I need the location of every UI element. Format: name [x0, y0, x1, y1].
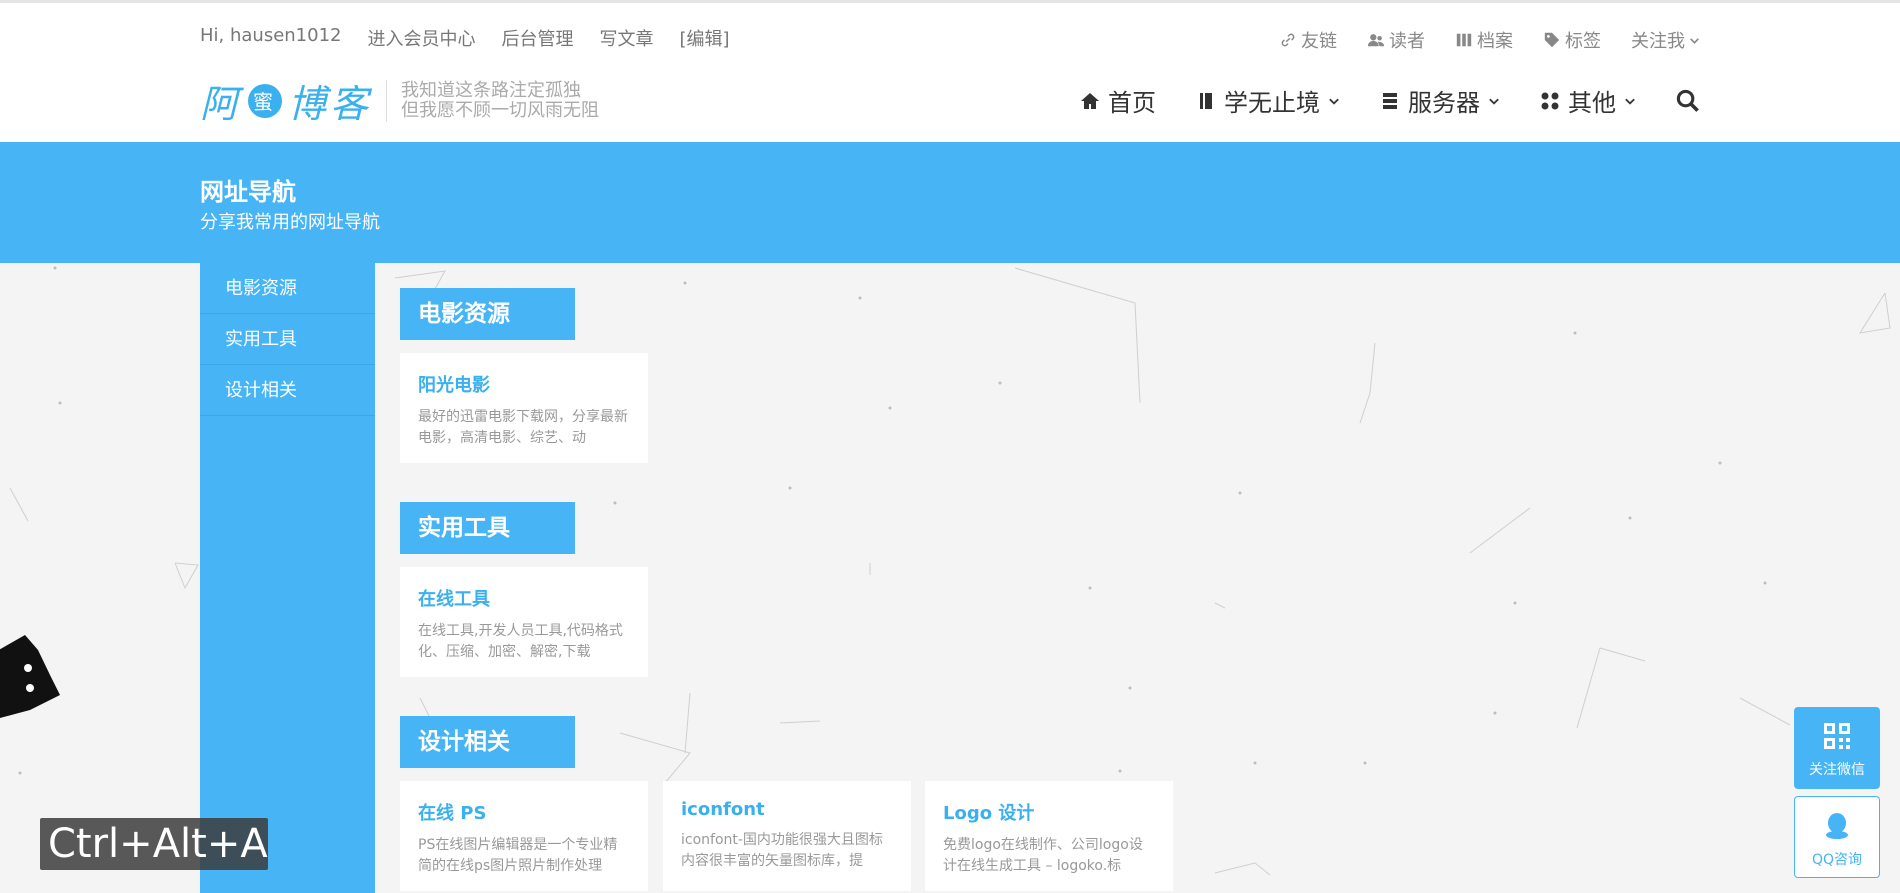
nav-learn[interactable]: 学无止境 — [1196, 83, 1340, 118]
site-card[interactable]: iconfont iconfont-国内功能很强大且图标内容很丰富的矢量图标库，… — [663, 781, 911, 891]
slogan: 我知道这条路注定孤独 但我愿不顾一切风雨无阻 — [401, 79, 600, 121]
book-icon — [1200, 92, 1212, 109]
page-banner: 网址导航 分享我常用的网址导航 — [0, 142, 1900, 263]
search-icon — [1676, 89, 1699, 112]
chevron-down-icon — [1489, 98, 1499, 105]
site-header: Hi, hausen1012 进入会员中心 后台管理 写文章 [编辑] 友链 读… — [0, 0, 1900, 142]
follow-me-label: 关注我 — [1631, 31, 1685, 52]
edit-link[interactable]: [编辑] — [680, 25, 730, 51]
grid-icon — [1541, 92, 1559, 109]
category-sidebar: 电影资源 实用工具 设计相关 — [200, 263, 375, 893]
archive-icon — [1456, 33, 1472, 47]
logo-text: 阿 蜜 博客 — [200, 73, 372, 128]
chevron-down-icon — [1690, 37, 1699, 44]
nav-server[interactable]: 服务器 — [1380, 83, 1500, 118]
nav-other[interactable]: 其他 — [1540, 83, 1636, 118]
logo-divider — [386, 79, 388, 122]
card-description: 最好的迅雷电影下载网，分享最新电影，高清电影、综艺、动 — [418, 409, 628, 446]
site-card[interactable]: Logo 设计 免费logo在线制作、公司logo设计在线生成工具 – logo… — [925, 781, 1173, 891]
card-title: 阳光电影 — [418, 375, 490, 396]
site-card[interactable]: 阳光电影 最好的迅雷电影下载网，分享最新电影，高清电影、综艺、动 — [400, 353, 648, 463]
card-title: Logo 设计 — [943, 803, 1035, 824]
card-description: PS在线图片编辑器是一个专业精简的在线ps图片照片制作处理 — [418, 837, 618, 874]
logo-part1: 阿 — [200, 82, 243, 126]
card-description: iconfont-国内功能很强大且图标内容很丰富的矢量图标库，提 — [681, 832, 883, 869]
archive-link[interactable]: 档案 — [1455, 27, 1513, 53]
card-description: 在线工具,开发人员工具,代码格式化、压缩、加密、解密,下载 — [418, 623, 623, 660]
card-title: iconfont — [681, 799, 765, 820]
cat-mascot-icon[interactable] — [0, 630, 65, 725]
nav-learn-label: 学无止境 — [1224, 89, 1320, 117]
slogan-line2: 但我愿不顾一切风雨无阻 — [401, 99, 600, 121]
logo-dot: 蜜 — [248, 83, 283, 118]
qrcode-icon — [1824, 723, 1850, 749]
tag-icon — [1544, 32, 1560, 48]
link-icon — [1281, 33, 1295, 47]
card-description: 免费logo在线制作、公司logo设计在线生成工具 – logoko.标 — [943, 837, 1143, 874]
site-card[interactable]: 在线工具 在线工具,开发人员工具,代码格式化、压缩、加密、解密,下载 — [400, 567, 648, 677]
tags-link[interactable]: 标签 — [1543, 27, 1601, 53]
user-greeting[interactable]: Hi, hausen1012 — [200, 25, 342, 51]
nav-home-label: 首页 — [1108, 89, 1156, 117]
qq-consult-label: QQ咨询 — [1811, 852, 1863, 868]
friend-links-link[interactable]: 友链 — [1279, 27, 1337, 53]
sidebar-item-movies[interactable]: 电影资源 — [200, 263, 375, 314]
chevron-down-icon — [1625, 98, 1635, 105]
sidebar-item-tools[interactable]: 实用工具 — [200, 314, 375, 365]
sidebar-item-design[interactable]: 设计相关 — [200, 365, 375, 416]
home-icon — [1081, 92, 1099, 109]
friend-links-label: 友链 — [1301, 31, 1337, 52]
slogan-line1: 我知道这条路注定孤独 — [401, 79, 582, 101]
archive-label: 档案 — [1477, 31, 1513, 52]
readers-link[interactable]: 读者 — [1367, 27, 1425, 53]
section-title-tools: 实用工具 — [400, 502, 575, 554]
shortcut-hint: Ctrl+Alt+A — [40, 818, 268, 870]
logo-part2: 博客 — [288, 82, 373, 126]
section-title-movies: 电影资源 — [400, 288, 575, 340]
tags-label: 标签 — [1565, 31, 1601, 52]
member-center-link[interactable]: 进入会员中心 — [368, 25, 476, 51]
card-title: 在线 PS — [418, 803, 487, 824]
user-topbar: Hi, hausen1012 进入会员中心 后台管理 写文章 [编辑] — [200, 25, 730, 51]
wechat-follow-button[interactable]: 关注微信 — [1794, 707, 1880, 789]
admin-link[interactable]: 后台管理 — [502, 25, 574, 51]
write-article-link[interactable]: 写文章 — [600, 25, 654, 51]
nav-home[interactable]: 首页 — [1080, 83, 1156, 118]
card-title: 在线工具 — [418, 589, 490, 610]
page-subtitle: 分享我常用的网址导航 — [200, 212, 380, 233]
section-title-design: 设计相关 — [400, 716, 575, 768]
qq-consult-button[interactable]: QQ咨询 — [1794, 796, 1880, 878]
page-title: 网址导航 — [200, 178, 296, 206]
wechat-follow-label: 关注微信 — [1809, 762, 1865, 778]
users-icon — [1367, 34, 1385, 47]
site-card[interactable]: 在线 PS PS在线图片编辑器是一个专业精简的在线ps图片照片制作处理 — [400, 781, 648, 891]
nav-server-label: 服务器 — [1408, 89, 1480, 117]
nav-other-label: 其他 — [1568, 89, 1616, 117]
site-logo[interactable]: 阿 蜜 博客 我知道这条路注定孤独 但我愿不顾一切风雨无阻 — [200, 73, 599, 128]
server-icon — [1383, 92, 1397, 109]
top-right-links: 友链 读者 档案 标签 关注我 — [1279, 27, 1700, 53]
follow-me-dropdown[interactable]: 关注我 — [1631, 27, 1700, 53]
qq-icon — [1826, 813, 1848, 839]
chevron-down-icon — [1329, 98, 1339, 105]
search-button[interactable] — [1676, 89, 1700, 113]
main-nav: 首页 学无止境 服务器 其他 — [1080, 83, 1700, 118]
readers-label: 读者 — [1389, 31, 1425, 52]
